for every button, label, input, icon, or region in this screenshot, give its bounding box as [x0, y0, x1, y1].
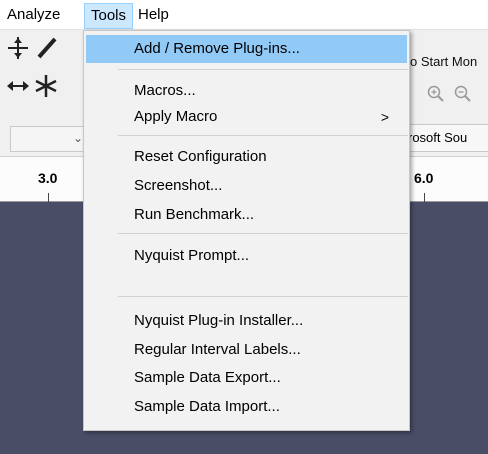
menu-help[interactable]: Help [132, 3, 175, 29]
menu-item-screenshot[interactable]: Screenshot... [86, 172, 407, 200]
menu-item-label: Apply Macro [134, 108, 218, 125]
menu-item-nyquist-plugin-installer[interactable]: Nyquist Plug-in Installer... [86, 307, 407, 335]
draw-tool-icon[interactable] [32, 34, 60, 62]
menu-item-nyquist-prompt[interactable]: Nyquist Prompt... [86, 242, 407, 270]
multi-tool-icon[interactable] [32, 72, 60, 100]
menu-item-sample-data-export[interactable]: Sample Data Export... [86, 364, 407, 392]
menu-item-apply-macro[interactable]: Apply Macro > [86, 103, 407, 131]
time-shift-tool-icon[interactable] [4, 72, 32, 100]
host-combo[interactable]: ⌄ [10, 126, 90, 152]
ruler-tick [424, 193, 425, 202]
ruler-label: 6.0 [414, 170, 434, 186]
ruler-label: 3.0 [38, 170, 58, 186]
submenu-arrow-icon: > [380, 109, 389, 125]
menu-item-add-remove-plugins[interactable]: Add / Remove Plug-ins... [86, 35, 407, 63]
tools-menu-dropdown: Add / Remove Plug-ins... Macros... Apply… [83, 30, 410, 431]
menu-analyze[interactable]: Analyze [1, 3, 66, 29]
menu-item-regular-interval-labels[interactable]: Regular Interval Labels... [86, 336, 407, 364]
zoom-in-icon[interactable] [425, 83, 447, 105]
menu-bar: Analyze Tools Help [0, 0, 488, 30]
device-select[interactable]: rosoft Sou [405, 124, 488, 152]
menu-separator [118, 135, 408, 136]
selection-tool-icon[interactable] [4, 34, 32, 62]
zoom-out-icon[interactable] [452, 83, 474, 105]
menu-item-macros[interactable]: Macros... [86, 77, 407, 105]
menu-separator [118, 69, 408, 70]
menu-item-run-benchmark[interactable]: Run Benchmark... [86, 201, 407, 229]
ruler-tick [48, 193, 49, 202]
menu-separator [118, 233, 408, 234]
chevron-down-icon: ⌄ [73, 131, 84, 145]
menu-separator [118, 296, 408, 297]
playback-meter-text[interactable]: o Start Mon [410, 54, 477, 69]
menu-item-sample-data-import[interactable]: Sample Data Import... [86, 393, 407, 421]
menu-item-reset-configuration[interactable]: Reset Configuration [86, 143, 407, 171]
menu-tools[interactable]: Tools [84, 3, 134, 29]
